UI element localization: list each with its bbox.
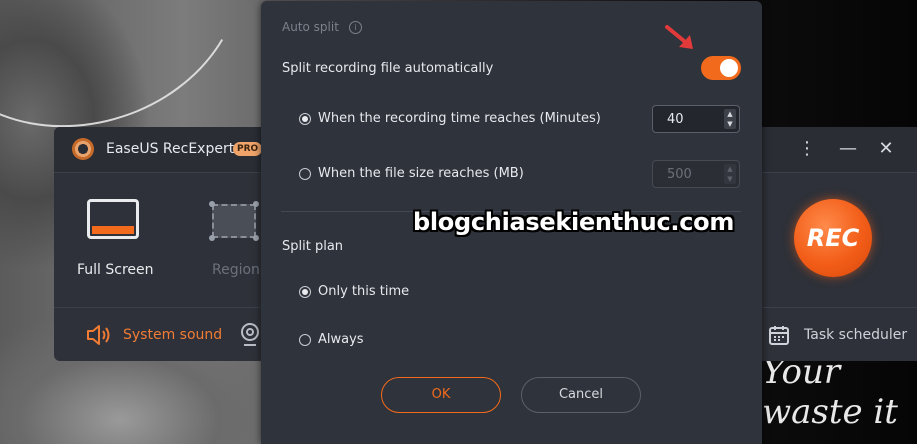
split-plan-label: Split plan bbox=[282, 239, 344, 254]
red-arrow-icon bbox=[665, 25, 693, 49]
minutes-value[interactable]: 40 bbox=[667, 112, 684, 127]
full-screen-icon[interactable] bbox=[87, 199, 139, 239]
split-auto-label: Split recording file automatically bbox=[282, 61, 494, 76]
speaker-icon[interactable] bbox=[86, 324, 112, 346]
radio-always[interactable] bbox=[299, 334, 311, 346]
app-title: EaseUS RecExperts bbox=[106, 141, 242, 157]
split-auto-toggle[interactable] bbox=[701, 56, 741, 80]
info-icon[interactable]: i bbox=[349, 21, 362, 34]
only-this-time-label[interactable]: Only this time bbox=[318, 284, 409, 299]
background-script-text: Your waste it bbox=[762, 352, 898, 432]
pro-badge: PRO bbox=[233, 142, 263, 156]
radio-file-size[interactable] bbox=[299, 168, 311, 180]
watermark-text: blogchiasekienthuc.com bbox=[413, 208, 735, 236]
dialog-title: Auto split bbox=[282, 20, 339, 34]
rec-button[interactable]: REC bbox=[794, 199, 872, 277]
file-size-label[interactable]: When the file size reaches (MB) bbox=[318, 166, 524, 181]
system-sound-label[interactable]: System sound bbox=[123, 327, 222, 343]
file-size-stepper[interactable]: 500 ▲ ▼ bbox=[652, 160, 740, 188]
app-logo-icon bbox=[72, 138, 94, 160]
spin-arrows-icon[interactable]: ▲ ▼ bbox=[724, 164, 736, 184]
recording-time-label[interactable]: When the recording time reaches (Minutes… bbox=[318, 111, 601, 126]
mode-full-screen-label[interactable]: Full Screen bbox=[77, 262, 154, 278]
minimize-icon[interactable]: — bbox=[836, 137, 860, 161]
radio-recording-time[interactable] bbox=[299, 113, 311, 125]
task-scheduler-label[interactable]: Task scheduler bbox=[804, 327, 907, 343]
file-size-value[interactable]: 500 bbox=[667, 167, 692, 182]
minutes-stepper[interactable]: 40 ▲ ▼ bbox=[652, 105, 740, 133]
toggle-knob bbox=[720, 59, 738, 77]
close-icon[interactable]: ✕ bbox=[874, 137, 898, 161]
region-icon[interactable] bbox=[209, 201, 259, 241]
webcam-icon[interactable] bbox=[240, 323, 260, 347]
more-options-icon[interactable]: ⋮ bbox=[795, 137, 819, 161]
calendar-icon[interactable] bbox=[768, 324, 790, 346]
ok-button[interactable]: OK bbox=[381, 377, 501, 413]
radio-only-this-time[interactable] bbox=[299, 286, 311, 298]
spin-arrows-icon[interactable]: ▲ ▼ bbox=[724, 109, 736, 129]
cancel-button[interactable]: Cancel bbox=[521, 377, 641, 413]
always-label[interactable]: Always bbox=[318, 332, 364, 347]
mode-region-label[interactable]: Region bbox=[212, 262, 260, 278]
